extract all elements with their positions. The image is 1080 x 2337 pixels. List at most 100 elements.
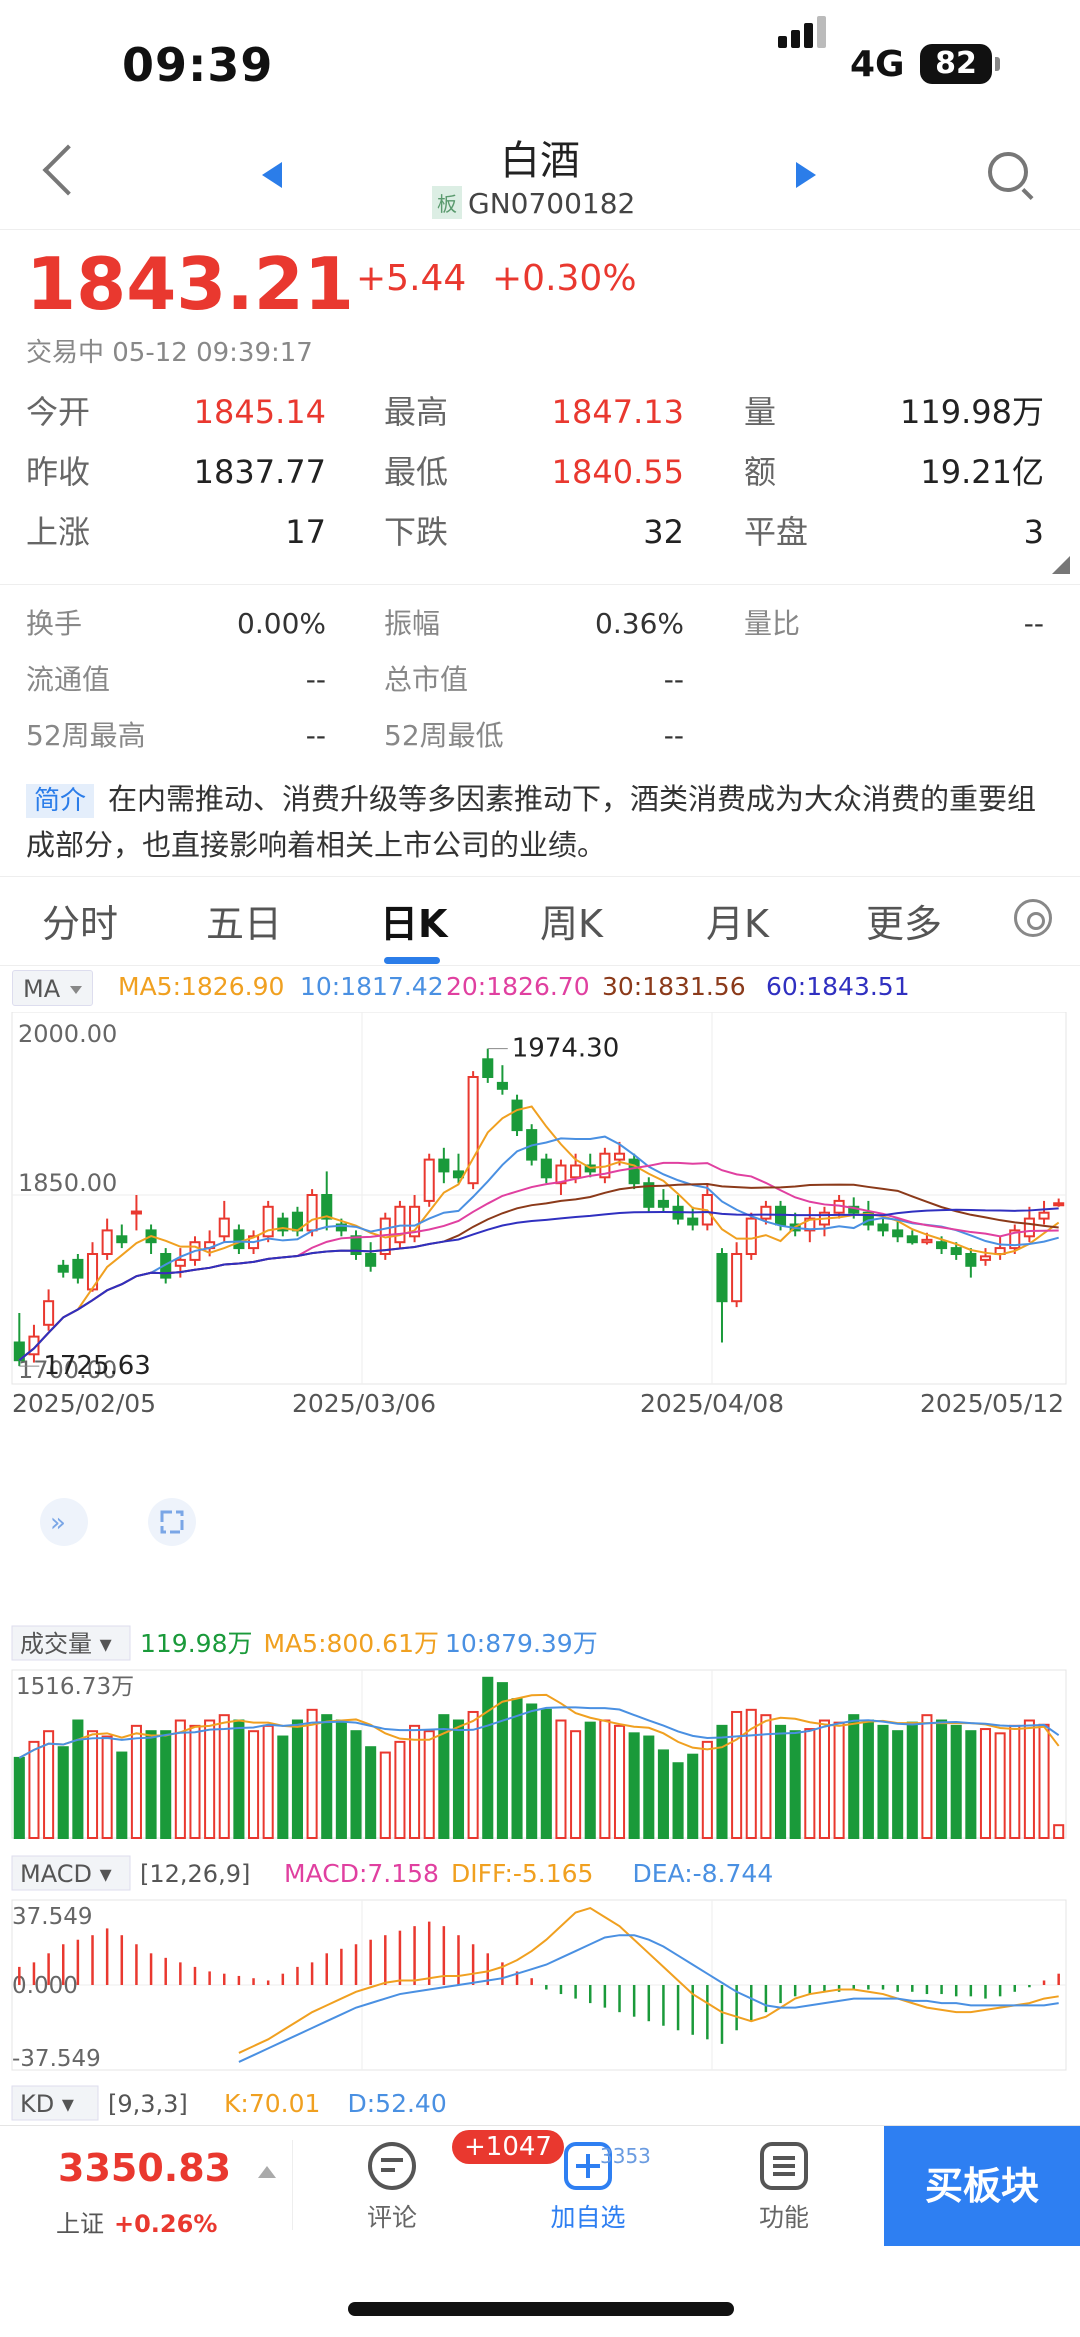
volume-bar	[365, 1746, 377, 1839]
date-label: 2025/05/12	[920, 1389, 1064, 1418]
volume-bar	[906, 1721, 918, 1839]
candle-body	[628, 1158, 640, 1185]
intro-text: 在内需推动、消费升级等多因素推动下，酒类消费成为大众消费的重要组成部分，也直接影…	[26, 782, 1037, 862]
stat-2-0: 52周最高 --	[26, 708, 326, 764]
candle-body	[892, 1229, 904, 1238]
next-arrow-icon[interactable]	[796, 162, 816, 188]
volume-bar	[818, 1719, 830, 1839]
kline-chart[interactable]: 2000.001850.001700.001974.301725.63»2025…	[0, 1012, 1080, 2122]
candle-body	[716, 1253, 728, 1303]
tab-5[interactable]: 更多	[866, 893, 942, 948]
candle-body	[365, 1253, 377, 1267]
stat-label: 52周最高	[26, 719, 146, 752]
tab-2[interactable]: 日K	[380, 893, 447, 948]
ma-selector[interactable]: MA	[12, 970, 94, 1006]
stat-value: 0.00%	[237, 607, 326, 640]
candle-body	[394, 1205, 406, 1244]
comment-icon	[368, 2142, 416, 2190]
volume-bar	[687, 1753, 699, 1840]
volume-bar	[643, 1735, 655, 1840]
ma-legend-item: 10:1817.42	[300, 972, 444, 1001]
kd-legend: KD ▾ [9,3,3] K:70.01 D:52.40	[11, 2085, 447, 2121]
kd-legend-item: K:70.01	[224, 2089, 320, 2118]
function-button[interactable]: 功能	[724, 2142, 844, 2234]
stat-value: --	[305, 663, 326, 696]
volume-bar	[189, 1724, 201, 1839]
status-time: 09:39	[122, 38, 274, 92]
settings-icon[interactable]	[1014, 899, 1052, 937]
search-icon[interactable]	[988, 152, 1028, 192]
buy-sector-button[interactable]: 买板块	[884, 2126, 1080, 2246]
tab-4[interactable]: 月K	[706, 893, 769, 948]
volume-bar	[335, 1719, 347, 1839]
stat-1-1: 总市值 --	[384, 652, 684, 708]
stat-label: 额	[744, 453, 777, 491]
ma-legend: MA MA5:1826.90 10:1817.42 20:1826.70 30:183…	[0, 968, 1080, 1012]
ma-line	[18, 1135, 1059, 1361]
stat-value: 0.36%	[595, 607, 684, 640]
stat-1-0: 流通值 --	[26, 652, 326, 708]
stat-label: 今开	[26, 393, 91, 431]
volume-bar	[423, 1730, 435, 1840]
volume-bar	[570, 1730, 582, 1840]
candle-body	[43, 1300, 55, 1326]
volume-bar	[57, 1746, 69, 1839]
low-label: 1725.63	[43, 1351, 151, 1381]
comment-button[interactable]: 评论	[332, 2142, 452, 2234]
candle-body	[130, 1210, 142, 1215]
volume-bar	[1023, 1719, 1035, 1839]
index-expand-icon[interactable]	[258, 2166, 276, 2178]
macd-legend-item: DEA:-8.744	[633, 1859, 774, 1888]
index-change: +0.26%	[114, 2210, 218, 2238]
volume-legend-item: 119.98万	[140, 1629, 252, 1658]
volume-legend: 成交量 ▾ 119.98万 MA5:800.61万 10:879.39万	[11, 1625, 598, 1661]
volume-bar	[584, 1721, 596, 1839]
stat-label: 昨收	[26, 453, 91, 491]
volume-bar	[701, 1740, 713, 1839]
volume-bar	[174, 1719, 186, 1839]
volume-bar	[628, 1732, 640, 1840]
volume-bar	[555, 1719, 567, 1839]
volume-selector-label: 成交量 ▾	[20, 1630, 112, 1658]
expand-corner-icon[interactable]	[1052, 556, 1070, 574]
battery-icon: 82	[920, 44, 1000, 84]
candle-body	[321, 1194, 333, 1220]
volume-bar	[979, 1728, 992, 1840]
tab-0[interactable]: 分时	[42, 893, 118, 948]
price-change-pct: +0.30%	[492, 258, 637, 299]
volume-bar	[511, 1698, 523, 1840]
network-type: 4G	[850, 44, 905, 85]
candle-body	[760, 1205, 772, 1220]
candle-body	[965, 1253, 977, 1267]
tab-1[interactable]: 五日	[206, 893, 282, 948]
date-label: 2025/02/05	[12, 1389, 156, 1418]
stat-2-1: 下跌 32	[384, 502, 684, 562]
chart-tabs: 分时 五日 日K 周K 月K 更多	[0, 876, 1080, 966]
intro: 简介 在内需推动、消费升级等多因素推动下，酒类消费成为大众消费的重要组成部分，也直…	[26, 776, 1056, 868]
candle-body	[116, 1235, 128, 1244]
kd-params: [9,3,3]	[108, 2090, 188, 2118]
volume-bar	[775, 1724, 787, 1839]
candle-body	[174, 1258, 186, 1267]
candle-body	[979, 1255, 992, 1261]
tab-indicator	[384, 957, 440, 964]
volume-bar	[862, 1719, 874, 1839]
price-change: +5.44	[356, 258, 467, 299]
volume-bar	[731, 1710, 743, 1839]
sector-tag: 板	[432, 186, 462, 219]
candle-body	[570, 1164, 582, 1179]
nav-bar: 白酒 板 GN0700182	[0, 120, 1080, 230]
macd-legend: MACD ▾ [12,26,9] MACD:7.158 DIFF:-5.165 DEA:…	[11, 1855, 774, 1891]
volume-bar	[1009, 1724, 1021, 1839]
index-value[interactable]: 3350.83	[58, 2146, 231, 2190]
function-label: 功能	[758, 2203, 809, 2232]
stat-value: 17	[285, 513, 326, 551]
stat-label: 最低	[384, 453, 449, 491]
expand-chart-button[interactable]	[148, 1498, 196, 1546]
volume-bar	[833, 1721, 845, 1839]
stat-label: 量	[744, 393, 777, 431]
volume-bar	[86, 1730, 99, 1840]
volume-bar	[409, 1724, 421, 1839]
tab-3[interactable]: 周K	[540, 893, 603, 948]
stat-value: 119.98万	[900, 393, 1044, 431]
